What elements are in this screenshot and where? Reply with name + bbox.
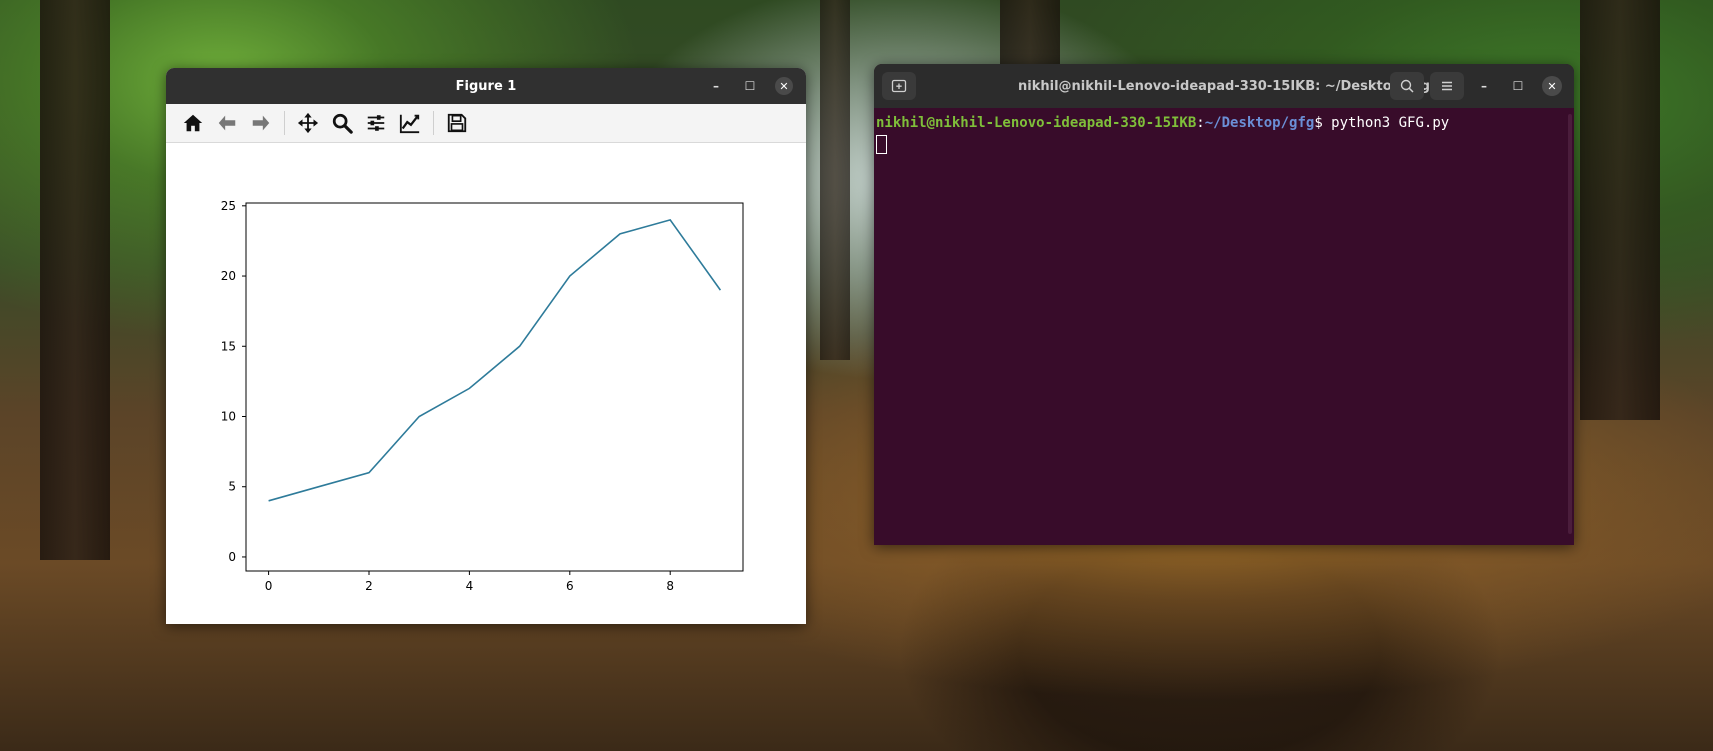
line-chart: 0 2 4 6 8 0 5 10 15 20 25 (221, 199, 744, 593)
terminal-title: nikhil@nikhil-Lenovo-ideapad-330-15IKB: … (1018, 78, 1430, 94)
x-tick-label: 6 (566, 579, 574, 593)
hamburger-menu-icon (1442, 81, 1452, 91)
terminal-search-button[interactable] (1390, 72, 1424, 100)
figure-window: Figure 1 – ☐ ✕ 0 2 4 6 8 0 5 10 15 20 25 (166, 68, 806, 624)
y-tick-label: 0 (228, 550, 236, 564)
pan-button[interactable] (293, 108, 323, 138)
edit-axis-button[interactable] (395, 108, 425, 138)
tree-trunk (1580, 0, 1660, 420)
configure-subplots-icon (367, 115, 385, 131)
terminal-scrollbar[interactable] (1568, 114, 1572, 534)
terminal-cursor (876, 135, 887, 154)
back-button[interactable] (212, 108, 242, 138)
plot-canvas[interactable]: 0 2 4 6 8 0 5 10 15 20 25 (166, 143, 806, 624)
maximize-button[interactable]: ☐ (736, 74, 764, 98)
zoom-button[interactable] (327, 108, 357, 138)
forward-arrow-icon (252, 115, 270, 131)
forward-button[interactable] (246, 108, 276, 138)
home-button[interactable] (178, 108, 208, 138)
figure-titlebar[interactable]: Figure 1 – ☐ ✕ (166, 68, 806, 104)
prompt-user: nikhil@nikhil-Lenovo-ideapad-330-15IKB (876, 115, 1197, 131)
minimize-button[interactable]: – (702, 74, 730, 98)
close-button[interactable]: ✕ (770, 74, 798, 98)
terminal-command: python3 GFG.py (1322, 115, 1450, 131)
new-tab-button[interactable] (882, 72, 916, 100)
search-icon (1400, 79, 1414, 93)
back-arrow-icon (218, 115, 236, 131)
toolbar-separator (284, 111, 285, 135)
terminal-minimize-button[interactable]: – (1470, 72, 1498, 100)
x-tick-label: 2 (365, 579, 373, 593)
pan-icon (297, 112, 319, 134)
terminal-window: nikhil@nikhil-Lenovo-ideapad-330-15IKB: … (874, 64, 1574, 545)
y-tick-label: 15 (221, 339, 236, 353)
new-tab-icon (891, 79, 907, 93)
home-icon (183, 114, 203, 132)
y-tick-label: 20 (221, 269, 236, 283)
terminal-maximize-button[interactable]: ☐ (1504, 72, 1532, 100)
zoom-icon (332, 113, 353, 134)
terminal-titlebar[interactable]: nikhil@nikhil-Lenovo-ideapad-330-15IKB: … (874, 64, 1574, 108)
figure-toolbar (166, 104, 806, 143)
y-tick-label: 25 (221, 199, 236, 213)
save-button[interactable] (442, 108, 472, 138)
terminal-close-button[interactable]: ✕ (1538, 72, 1566, 100)
edit-axis-icon (399, 114, 420, 134)
data-line (268, 218, 722, 502)
save-icon (447, 113, 467, 133)
axes-frame (245, 202, 744, 572)
x-tick-label: 4 (466, 579, 474, 593)
terminal-menu-button[interactable] (1430, 72, 1464, 100)
tree-trunk (40, 0, 110, 560)
x-tick-label: 8 (666, 579, 674, 593)
toolbar-separator (433, 111, 434, 135)
figure-title: Figure 1 (455, 78, 517, 94)
y-tick-label: 10 (221, 409, 236, 423)
prompt-separator: : (1196, 115, 1205, 131)
terminal-output[interactable]: nikhil@nikhil-Lenovo-ideapad-330-15IKB:~… (874, 108, 1574, 160)
configure-subplots-button[interactable] (361, 108, 391, 138)
prompt-symbol: $ (1314, 115, 1323, 131)
x-tick-label: 0 (265, 579, 273, 593)
terminal-prompt-line: nikhil@nikhil-Lenovo-ideapad-330-15IKB:~… (876, 114, 1572, 133)
prompt-path: ~/Desktop/gfg (1204, 115, 1315, 131)
tree-trunk (820, 0, 850, 360)
y-tick-label: 5 (228, 480, 236, 494)
